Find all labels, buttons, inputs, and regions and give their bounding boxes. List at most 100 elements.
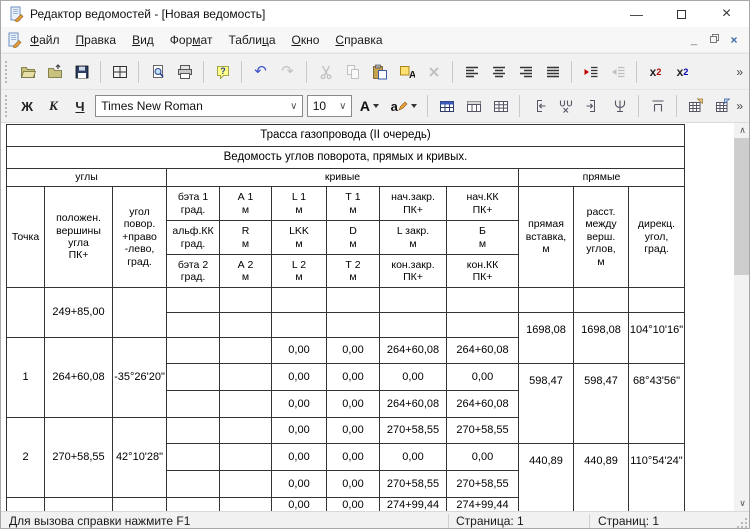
straight-distance-cell[interactable]: 1698,08 xyxy=(574,313,628,363)
align-right-icon[interactable] xyxy=(512,60,539,84)
position-cell[interactable]: 264+60,08 xyxy=(45,338,112,417)
underline-button[interactable]: Ч xyxy=(67,94,93,118)
column-header-cell[interactable]: нач.закр. ПК+ xyxy=(380,187,446,220)
data-cell[interactable] xyxy=(220,313,271,337)
data-cell[interactable] xyxy=(167,288,219,312)
minimize-button[interactable]: — xyxy=(614,1,659,27)
superscript-icon[interactable]: x2 xyxy=(642,60,669,84)
column-header-cell[interactable]: кон.закр. ПК+ xyxy=(380,255,446,287)
data-cell[interactable]: 0,00 xyxy=(447,364,518,390)
menu-edit[interactable]: Правка xyxy=(68,29,125,51)
vertical-scrollbar[interactable]: ∧ ∨ xyxy=(734,123,750,511)
worksheet-table[interactable]: Трасса газопровода (II очередь)Ведомость… xyxy=(6,124,685,511)
table-subtitle-cell[interactable]: Ведомость углов поворота, прямых и кривы… xyxy=(7,147,684,168)
menu-view[interactable]: Вид xyxy=(124,29,162,51)
data-cell[interactable]: 270+58,55 xyxy=(380,471,446,497)
data-cell[interactable] xyxy=(167,471,219,497)
data-cell[interactable]: 264+60,08 xyxy=(447,338,518,363)
column-header-cell[interactable]: положен. вершины угла ПК+ xyxy=(45,187,112,287)
data-cell[interactable] xyxy=(220,471,271,497)
data-cell[interactable] xyxy=(167,444,219,470)
data-cell[interactable]: 0,00 xyxy=(327,471,379,497)
data-cell[interactable] xyxy=(167,364,219,390)
straight-distance-cell[interactable] xyxy=(574,288,628,312)
table-grid-icon[interactable] xyxy=(106,60,133,84)
print-preview-icon[interactable] xyxy=(144,60,171,84)
data-cell[interactable] xyxy=(380,288,446,312)
outdent-icon[interactable] xyxy=(604,60,631,84)
toolbar-overflow-button[interactable]: » xyxy=(736,65,745,79)
data-cell[interactable]: 270+58,55 xyxy=(447,471,518,497)
menu-window[interactable]: Окно xyxy=(284,29,328,51)
toolbar-drag-handle[interactable] xyxy=(5,61,10,83)
column-header-cell[interactable]: Т 1 м xyxy=(327,187,379,220)
copy-icon[interactable] xyxy=(339,60,366,84)
data-cell[interactable]: 0,00 xyxy=(380,364,446,390)
undo-icon[interactable]: ↶ xyxy=(247,60,274,84)
column-header-cell[interactable]: расст. между верш. углов, м xyxy=(574,187,628,287)
data-cell[interactable]: 0,00 xyxy=(272,338,326,363)
data-cell[interactable]: 0,00 xyxy=(327,498,379,511)
column-header-cell[interactable]: А 1 м xyxy=(220,187,271,220)
straight-insert-cell[interactable]: 1698,08 xyxy=(519,313,573,363)
italic-button[interactable]: К xyxy=(40,94,66,118)
scroll-up-icon[interactable]: ∧ xyxy=(734,123,750,138)
add-rows-icon[interactable] xyxy=(487,94,514,118)
print-icon[interactable] xyxy=(171,60,198,84)
cut-icon[interactable] xyxy=(312,60,339,84)
column-header-cell[interactable]: нач.КК ПК+ xyxy=(447,187,518,220)
align-left-icon[interactable] xyxy=(458,60,485,84)
angle-cell[interactable] xyxy=(113,288,166,337)
new-table-icon[interactable] xyxy=(433,94,460,118)
column-header-cell[interactable]: LKK м xyxy=(272,221,326,254)
data-cell[interactable]: 0,00 xyxy=(272,444,326,470)
column-header-cell[interactable]: Т 2 м xyxy=(327,255,379,287)
data-cell[interactable]: 0,00 xyxy=(272,391,326,417)
scrollbar-thumb[interactable] xyxy=(734,138,750,275)
menu-format[interactable]: Формат xyxy=(162,29,221,51)
data-cell[interactable] xyxy=(447,313,518,337)
paste-icon[interactable] xyxy=(366,60,393,84)
split-down-icon[interactable] xyxy=(606,94,633,118)
column-header-cell[interactable]: D м xyxy=(327,221,379,254)
table-paste-icon[interactable] xyxy=(709,94,736,118)
column-header-cell[interactable]: R м xyxy=(220,221,271,254)
angle-cell[interactable] xyxy=(113,498,166,511)
column-header-cell[interactable]: прямая вставка, м xyxy=(519,187,573,287)
data-cell[interactable]: 264+60,08 xyxy=(380,338,446,363)
data-cell[interactable]: 0,00 xyxy=(380,444,446,470)
data-cell[interactable] xyxy=(220,444,271,470)
menu-file[interactable]: Файл xyxy=(22,29,68,51)
data-cell[interactable] xyxy=(220,364,271,390)
column-header-cell[interactable]: L закр. м xyxy=(380,221,446,254)
angle-cell[interactable]: -35°26'20" xyxy=(113,338,166,417)
position-cell[interactable]: 249+85,00 xyxy=(45,288,112,337)
table-copy-icon[interactable] xyxy=(682,94,709,118)
row-height-icon[interactable] xyxy=(644,94,671,118)
group-header-cell[interactable]: прямые xyxy=(519,169,684,186)
data-cell[interactable] xyxy=(327,288,379,312)
data-cell[interactable]: 0,00 xyxy=(327,391,379,417)
help-icon[interactable]: ? xyxy=(209,60,236,84)
mdi-close-button[interactable]: × xyxy=(727,33,741,47)
group-header-cell[interactable]: углы xyxy=(7,169,166,186)
indent-icon[interactable] xyxy=(577,60,604,84)
chevron-down-icon[interactable]: ∨ xyxy=(335,101,351,112)
mdi-minimize-button[interactable]: _ xyxy=(687,33,701,47)
maximize-button[interactable] xyxy=(659,1,704,27)
justify-icon[interactable] xyxy=(539,60,566,84)
font-name-select[interactable]: Times New Roman ∨ xyxy=(95,95,303,117)
data-cell[interactable] xyxy=(447,288,518,312)
column-header-cell[interactable]: Б м xyxy=(447,221,518,254)
data-cell[interactable]: 0,00 xyxy=(272,418,326,443)
bold-button[interactable]: Ж xyxy=(14,94,40,118)
data-cell[interactable]: 0,00 xyxy=(327,364,379,390)
merge-right-icon[interactable] xyxy=(579,94,606,118)
toolbar-overflow-button[interactable]: » xyxy=(736,99,745,113)
column-header-cell[interactable]: L 1 м xyxy=(272,187,326,220)
mdi-restore-button[interactable] xyxy=(707,33,721,47)
column-header-cell[interactable]: Точка xyxy=(7,187,44,287)
data-cell[interactable]: 0,00 xyxy=(272,364,326,390)
data-cell[interactable] xyxy=(167,498,219,511)
position-cell[interactable] xyxy=(45,498,112,511)
